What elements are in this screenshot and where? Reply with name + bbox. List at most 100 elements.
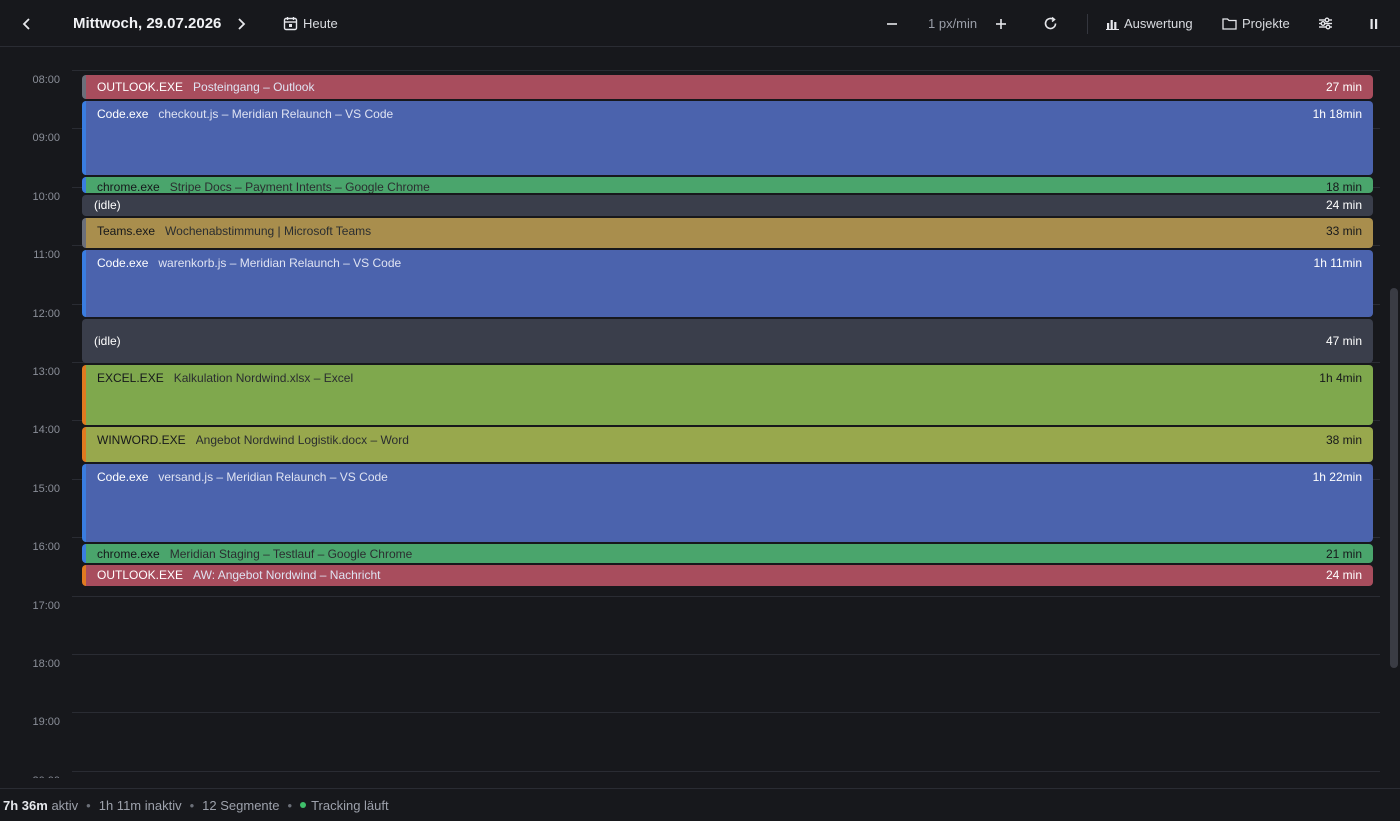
hour-label: 09:00 — [32, 132, 60, 145]
hour-gridline — [72, 712, 1380, 714]
refresh-icon — [1044, 16, 1057, 30]
minus-icon — [887, 22, 897, 25]
segment-duration: 33 min — [1325, 224, 1362, 239]
settings-button[interactable] — [1318, 0, 1333, 47]
hour-label: 14:00 — [32, 424, 60, 437]
segment-duration: 1h 18min — [1312, 107, 1362, 122]
hour-label: 13:00 — [32, 366, 60, 378]
segment-app: Code.exe — [97, 256, 149, 271]
report-label: Auswertung — [1124, 16, 1193, 31]
segment-title: Posteingang – Outlook — [193, 80, 315, 95]
folder-icon — [1222, 18, 1237, 30]
segment-duration: 21 min — [1325, 547, 1362, 562]
segment-header: Code.exe checkout.js – Meridian Relaunch … — [97, 104, 1362, 124]
segment-duration: 38 min — [1325, 433, 1362, 448]
segment-app: (idle) — [94, 198, 121, 213]
segment-duration: 1h 22min — [1312, 470, 1362, 485]
segment-title: Angebot Nordwind Logistik.docx – Word — [195, 433, 409, 448]
projects-label: Projekte — [1242, 16, 1290, 31]
segment-duration: 24 min — [1325, 198, 1362, 213]
hour-gridline — [72, 595, 1380, 597]
active-time: 7h 36m — [3, 797, 48, 813]
segment-header: (idle) 24 min — [94, 195, 1362, 215]
timeline-segment[interactable]: Teams.exe Wochenabstimmung | Microsoft Te… — [82, 218, 1373, 249]
segment-header: Code.exe warenkorb.js – Meridian Relaunch… — [97, 253, 1362, 273]
segment-title: warenkorb.js – Meridian Relaunch – VS Co… — [158, 256, 402, 271]
chevron-right-icon — [238, 17, 246, 30]
hour-label: 19:00 — [32, 716, 60, 729]
zoom-level: 1 px/min — [928, 16, 978, 31]
segment-app: Teams.exe — [97, 224, 156, 239]
zoom-out-button[interactable] — [885, 0, 899, 47]
timeline-segment[interactable]: Code.exe warenkorb.js – Meridian Relaunch… — [82, 250, 1373, 318]
segment-app: OUTLOOK.EXE — [97, 80, 184, 95]
projects-button[interactable]: Projekte — [1222, 0, 1290, 47]
timeline-segment[interactable]: Code.exe checkout.js – Meridian Relaunch … — [82, 101, 1373, 176]
toolbar-divider — [1087, 14, 1088, 34]
segment-header: OUTLOOK.EXE Posteingang – Outlook 27 min — [97, 77, 1362, 97]
timeline-segment[interactable]: OUTLOOK.EXE AW: Angebot Nordwind – Nachri… — [82, 564, 1373, 586]
segment-app: Code.exe — [97, 470, 149, 485]
segment-title: AW: Angebot Nordwind – Nachricht — [193, 568, 381, 583]
hour-label: 12:00 — [32, 307, 60, 320]
hour-label: 10:00 — [32, 190, 60, 203]
segment-header: chrome.exe Meridian Staging – Testlauf – … — [97, 544, 1362, 562]
report-button[interactable]: Auswertung — [1106, 0, 1193, 47]
pause-icon — [1370, 18, 1378, 29]
segment-header: Code.exe versand.js – Meridian Relaunch –… — [97, 467, 1362, 487]
today-button[interactable]: Heute — [283, 0, 338, 47]
hour-label: 17:00 — [32, 599, 60, 612]
segment-header: WINWORD.EXE Angebot Nordwind Logistik.doc… — [97, 430, 1362, 450]
timeline-segment[interactable]: chrome.exe Stripe Docs – Payment Intents … — [82, 177, 1373, 193]
prev-day-button[interactable] — [20, 0, 34, 47]
segment-app: chrome.exe — [97, 180, 160, 193]
sliders-icon — [1319, 17, 1332, 30]
segment-title: Kalkulation Nordwind.xlsx – Excel — [173, 371, 354, 386]
tracking-indicator-icon — [300, 802, 307, 808]
hour-label: 11:00 — [33, 249, 60, 262]
hour-label: 18:00 — [32, 658, 60, 670]
timeline-segment[interactable]: EXCEL.EXE Kalkulation Nordwind.xlsx – Exc… — [82, 365, 1373, 426]
segment-duration: 27 min — [1325, 80, 1362, 95]
timeline-segment[interactable]: Code.exe versand.js – Meridian Relaunch –… — [82, 464, 1373, 543]
hour-gridline — [72, 70, 1380, 71]
zoom-in-button[interactable] — [994, 0, 1008, 47]
segment-header: (idle) 47 min — [94, 331, 1362, 351]
toolbar: Mittwoch, 29.07.2026 Heute 1 px/min Ausw… — [0, 0, 1400, 47]
segment-app: Code.exe — [97, 107, 149, 122]
next-day-button[interactable] — [234, 0, 248, 47]
segment-header: OUTLOOK.EXE AW: Angebot Nordwind – Nachri… — [97, 565, 1362, 585]
today-label: Heute — [303, 16, 338, 31]
segment-header: EXCEL.EXE Kalkulation Nordwind.xlsx – Exc… — [97, 368, 1362, 388]
pause-button[interactable] — [1369, 0, 1379, 47]
timeline-segment[interactable]: WINWORD.EXE Angebot Nordwind Logistik.doc… — [82, 427, 1373, 463]
segment-app: EXCEL.EXE — [97, 371, 164, 386]
plus-icon — [996, 18, 1006, 29]
timeline-segment[interactable]: (idle) 24 min — [82, 194, 1373, 217]
bar-chart-icon — [1106, 20, 1119, 30]
timeline-segment[interactable]: (idle) 47 min — [82, 319, 1373, 364]
segment-title: Wochenabstimmung | Microsoft Teams — [165, 224, 372, 239]
timeline-segment[interactable]: chrome.exe Meridian Staging – Testlauf – … — [82, 544, 1373, 563]
hour-label: 16:00 — [32, 541, 60, 554]
hour-label: 20:00 — [0, 775, 60, 778]
segment-duration: 1h 4min — [1319, 371, 1362, 386]
segment-count: 12 Segmente — [202, 797, 280, 813]
scrollbar-thumb[interactable] — [1390, 288, 1398, 668]
tracking-status: Tracking läuft — [311, 797, 389, 813]
segment-app: WINWORD.EXE — [97, 433, 186, 448]
segment-app: (idle) — [94, 334, 121, 349]
date-title: Mittwoch, 29.07.2026 — [73, 15, 222, 32]
timeline-segment[interactable]: OUTLOOK.EXE Posteingang – Outlook 27 min — [82, 75, 1373, 100]
segment-duration: 1h 11min — [1313, 256, 1362, 271]
calendar-icon — [283, 17, 298, 31]
refresh-button[interactable] — [1043, 0, 1058, 47]
chevron-left-icon — [22, 17, 30, 30]
hour-gridline — [72, 654, 1380, 655]
segment-title: versand.js – Meridian Relaunch – VS Code — [158, 470, 388, 485]
segment-app: OUTLOOK.EXE — [97, 568, 184, 583]
segment-duration: 24 min — [1325, 568, 1362, 583]
inactive-time: 1h 11m inaktiv — [98, 797, 182, 813]
status-bar: 7h 36m aktiv • 1h 11m inaktiv • 12 Segme… — [0, 788, 1400, 821]
timeline[interactable]: 08:00 09:00 10:00 11:00 12:00 13:00 14:00 15:00… — [0, 48, 1388, 778]
